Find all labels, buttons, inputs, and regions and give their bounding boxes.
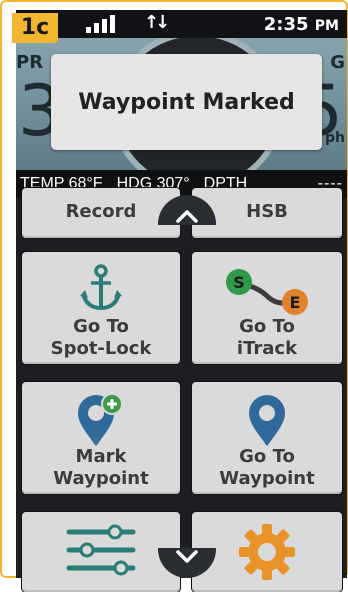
go-to-waypoint-button[interactable]: Go To Waypoint xyxy=(192,382,342,494)
chevron-up-icon xyxy=(176,210,198,223)
hsb-button[interactable]: HSB xyxy=(192,188,342,238)
itrack-line2: iTrack xyxy=(236,338,298,359)
sliders-icon xyxy=(22,524,180,580)
go-to-itrack-button[interactable]: S E Go To iTrack xyxy=(192,252,342,364)
mark-waypoint-line2: Waypoint xyxy=(53,468,149,489)
itrack-line1: Go To xyxy=(239,316,295,337)
anchor-icon xyxy=(22,264,180,312)
toast-message: Waypoint Marked xyxy=(78,89,295,115)
clock-ampm: PM xyxy=(314,18,339,34)
mark-waypoint-button[interactable]: Mark Waypoint xyxy=(22,382,180,494)
mark-waypoint-icon xyxy=(22,392,180,448)
data-transfer-icon: ↑↓ xyxy=(144,12,170,33)
itrack-start-letter: S xyxy=(233,273,245,292)
chevron-down-icon xyxy=(176,550,198,563)
clock-time: 2:35 xyxy=(263,14,309,35)
gauge-right-unit: ph xyxy=(325,130,345,146)
go-to-waypoint-line2: Waypoint xyxy=(219,468,315,489)
settings-sliders-button[interactable] xyxy=(22,512,180,592)
status-bar: ↑↓ 2:35 PM xyxy=(16,10,347,38)
spot-lock-line2: Spot-Lock xyxy=(50,338,152,359)
waypoint-marked-toast: Waypoint Marked xyxy=(51,54,322,150)
itrack-icon: S E xyxy=(192,262,342,316)
go-to-spot-lock-button[interactable]: Go To Spot-Lock xyxy=(22,252,180,364)
record-button[interactable]: Record xyxy=(22,188,180,238)
step-badge: 1c xyxy=(12,13,58,43)
record-label: Record xyxy=(65,201,137,222)
mark-waypoint-line1: Mark xyxy=(75,446,127,467)
waypoint-pin-icon xyxy=(192,392,342,448)
clock: 2:35 PM xyxy=(264,14,339,35)
itrack-end-letter: E xyxy=(290,293,301,312)
signal-strength-icon xyxy=(86,15,126,33)
action-tile-grid: Record HSB Go To Spot-Lock S E Go To iTr… xyxy=(16,188,347,592)
go-to-waypoint-line1: Go To xyxy=(239,446,295,467)
spot-lock-line1: Go To xyxy=(73,316,129,337)
